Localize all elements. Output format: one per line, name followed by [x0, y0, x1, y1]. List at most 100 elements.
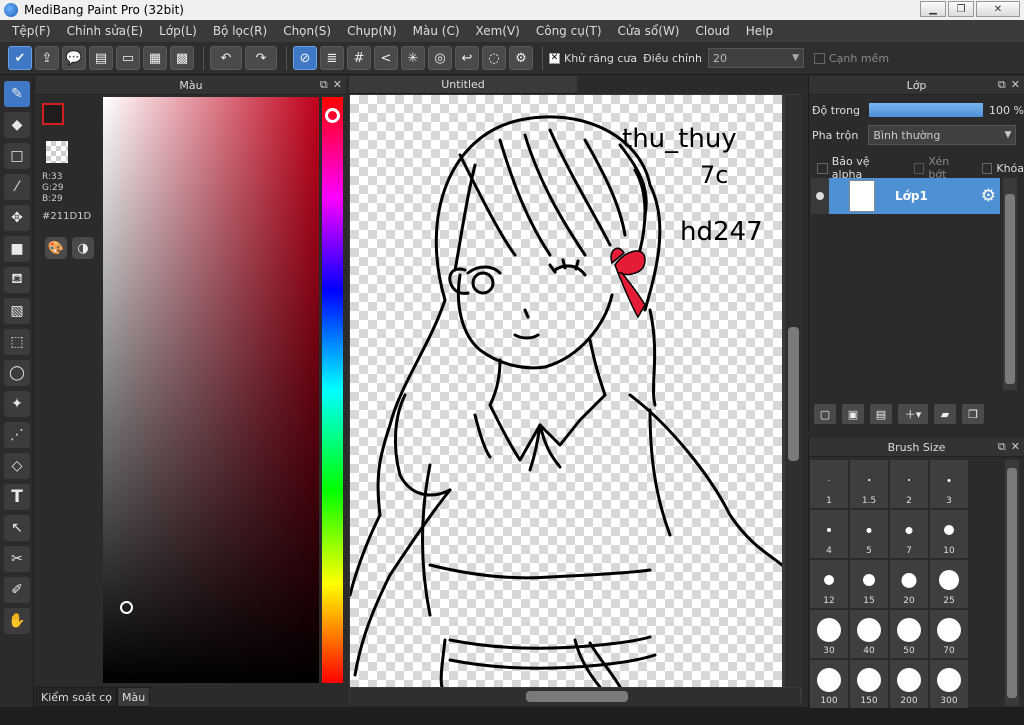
- clip-checkbox[interactable]: [913, 162, 925, 174]
- new-layer-icon[interactable]: ▢: [814, 404, 836, 424]
- scroll-thumb[interactable]: [1007, 468, 1017, 698]
- brush-size-5[interactable]: 5: [850, 510, 888, 558]
- folder-icon[interactable]: ▰: [934, 404, 956, 424]
- share-icon[interactable]: ⇪: [35, 46, 59, 70]
- foreground-color-swatch[interactable]: [42, 103, 64, 125]
- menu-window[interactable]: Cửa sổ(W): [610, 24, 688, 38]
- transparent-color-swatch[interactable]: [46, 141, 68, 163]
- brush-size-200[interactable]: 200: [890, 660, 928, 708]
- brush-size-4[interactable]: 4: [810, 510, 848, 558]
- saturation-value-picker[interactable]: [103, 97, 319, 683]
- menu-help[interactable]: Help: [738, 24, 781, 38]
- rectangle-tool-icon[interactable]: □: [4, 143, 30, 169]
- speech-bubble-icon[interactable]: 💬: [62, 46, 86, 70]
- antialias-checkbox[interactable]: ✕: [549, 52, 560, 64]
- brush-size-70[interactable]: 70: [930, 610, 968, 658]
- menu-select[interactable]: Chọn(S): [275, 24, 339, 38]
- dot-brush-tool-icon[interactable]: ⁄: [4, 174, 30, 200]
- undock-icon[interactable]: ⧉: [320, 78, 328, 92]
- text-bubble-icon[interactable]: ▤: [89, 46, 113, 70]
- layer-item[interactable]: Lớp1 ⚙: [811, 178, 1000, 214]
- drawing-canvas[interactable]: thu_thuy 7c hd247: [350, 95, 782, 687]
- menu-layer[interactable]: Lớp(L): [151, 24, 205, 38]
- divide-tool-icon[interactable]: ✂: [4, 546, 30, 572]
- sv-picker-cursor[interactable]: [120, 601, 133, 614]
- brush-size-3[interactable]: 3: [930, 460, 968, 508]
- tab-color[interactable]: Màu: [117, 687, 151, 707]
- operation-tool-icon[interactable]: ↖: [4, 515, 30, 541]
- snap-settings-icon[interactable]: ⚙: [509, 46, 533, 70]
- circle-snap-icon[interactable]: ◌: [482, 46, 506, 70]
- scroll-thumb[interactable]: [526, 691, 628, 702]
- move-tool-icon[interactable]: ✥: [4, 205, 30, 231]
- brush-size-7[interactable]: 7: [890, 510, 928, 558]
- brush-size-10[interactable]: 10: [930, 510, 968, 558]
- select-tool-icon[interactable]: ⬚: [4, 329, 30, 355]
- gear-icon[interactable]: ⚙: [981, 186, 996, 206]
- undock-icon[interactable]: ⧉: [998, 78, 1006, 92]
- brush-size-300[interactable]: 300: [930, 660, 968, 708]
- eraser-tool-icon[interactable]: ◆: [4, 112, 30, 138]
- snap-off-icon[interactable]: ⊘: [293, 46, 317, 70]
- radial-snap-icon[interactable]: ✳: [401, 46, 425, 70]
- duplicate-layer-icon[interactable]: ❐: [962, 404, 984, 424]
- soft-edge-checkbox[interactable]: [813, 52, 825, 64]
- brush-size-30[interactable]: 30: [810, 610, 848, 658]
- document-icon[interactable]: ▭: [116, 46, 140, 70]
- undock-icon[interactable]: ⧉: [998, 440, 1006, 454]
- menu-view[interactable]: Xem(V): [468, 24, 528, 38]
- select-pen-tool-icon[interactable]: ⋰: [4, 422, 30, 448]
- document-tab[interactable]: Untitled: [349, 76, 577, 94]
- canvas-horizontal-scrollbar[interactable]: [350, 688, 800, 705]
- hue-slider[interactable]: [322, 97, 343, 683]
- material-icon[interactable]: ▩: [170, 46, 194, 70]
- protect-alpha-checkbox[interactable]: [817, 162, 828, 174]
- menu-file[interactable]: Tệp(F): [4, 24, 59, 38]
- brush-size-40[interactable]: 40: [850, 610, 888, 658]
- gradient-tool-icon[interactable]: ▧: [4, 298, 30, 324]
- canvas-vertical-scrollbar[interactable]: [785, 95, 802, 687]
- visibility-icon[interactable]: [811, 178, 829, 214]
- redo-icon[interactable]: ↷: [245, 46, 277, 70]
- grid-snap-icon[interactable]: #: [347, 46, 371, 70]
- fill-shape-tool-icon[interactable]: ■: [4, 236, 30, 262]
- brush-size-20[interactable]: 20: [890, 560, 928, 608]
- menu-filter[interactable]: Bộ lọc(R): [205, 24, 275, 38]
- bucket-tool-icon[interactable]: ⛾: [4, 267, 30, 293]
- menu-edit[interactable]: Chỉnh sửa(E): [59, 24, 152, 38]
- menu-tools[interactable]: Công cụ(T): [528, 24, 610, 38]
- parallel-snap-icon[interactable]: ≣: [320, 46, 344, 70]
- brush-size-1[interactable]: 1: [810, 460, 848, 508]
- color-palette-add-icon[interactable]: ◑: [72, 237, 94, 259]
- scroll-thumb[interactable]: [1005, 194, 1015, 384]
- close-panel-icon[interactable]: ✕: [333, 78, 342, 92]
- undo-icon[interactable]: ↶: [210, 46, 242, 70]
- brush-size-12[interactable]: 12: [810, 560, 848, 608]
- close-button[interactable]: ✕: [976, 1, 1020, 17]
- close-panel-icon[interactable]: ✕: [1011, 440, 1020, 454]
- brush-size-50[interactable]: 50: [890, 610, 928, 658]
- panel-layout-icon[interactable]: ▦: [143, 46, 167, 70]
- cloud-save-icon[interactable]: ✔: [8, 46, 32, 70]
- select-eraser-tool-icon[interactable]: ◇: [4, 453, 30, 479]
- menu-snap[interactable]: Chụp(N): [339, 24, 405, 38]
- text-tool-icon[interactable]: T: [4, 484, 30, 510]
- close-panel-icon[interactable]: ✕: [1011, 78, 1020, 92]
- blend-mode-select[interactable]: Bình thường ▼: [868, 125, 1017, 145]
- palette-icon[interactable]: 🎨: [45, 237, 67, 259]
- brush-size-15[interactable]: 15: [850, 560, 888, 608]
- concentric-snap-icon[interactable]: ◎: [428, 46, 452, 70]
- brush-size-25[interactable]: 25: [930, 560, 968, 608]
- perspective-snap-icon[interactable]: <: [374, 46, 398, 70]
- add-layer-menu-icon[interactable]: ＋▾: [898, 404, 928, 424]
- tab-brush-control[interactable]: Kiểm soát cọ: [36, 687, 118, 707]
- brush-tool-icon[interactable]: ✎: [4, 81, 30, 107]
- lasso-tool-icon[interactable]: ◯: [4, 360, 30, 386]
- new-halftone-layer-icon[interactable]: ▣: [842, 404, 864, 424]
- curve-snap-icon[interactable]: ↩: [455, 46, 479, 70]
- maximize-button[interactable]: ❐: [948, 1, 974, 17]
- brush-size-1.5[interactable]: 1.5: [850, 460, 888, 508]
- layer-list-scrollbar[interactable]: [1003, 178, 1017, 390]
- opacity-slider[interactable]: [869, 103, 984, 117]
- hand-tool-icon[interactable]: ✋: [4, 608, 30, 634]
